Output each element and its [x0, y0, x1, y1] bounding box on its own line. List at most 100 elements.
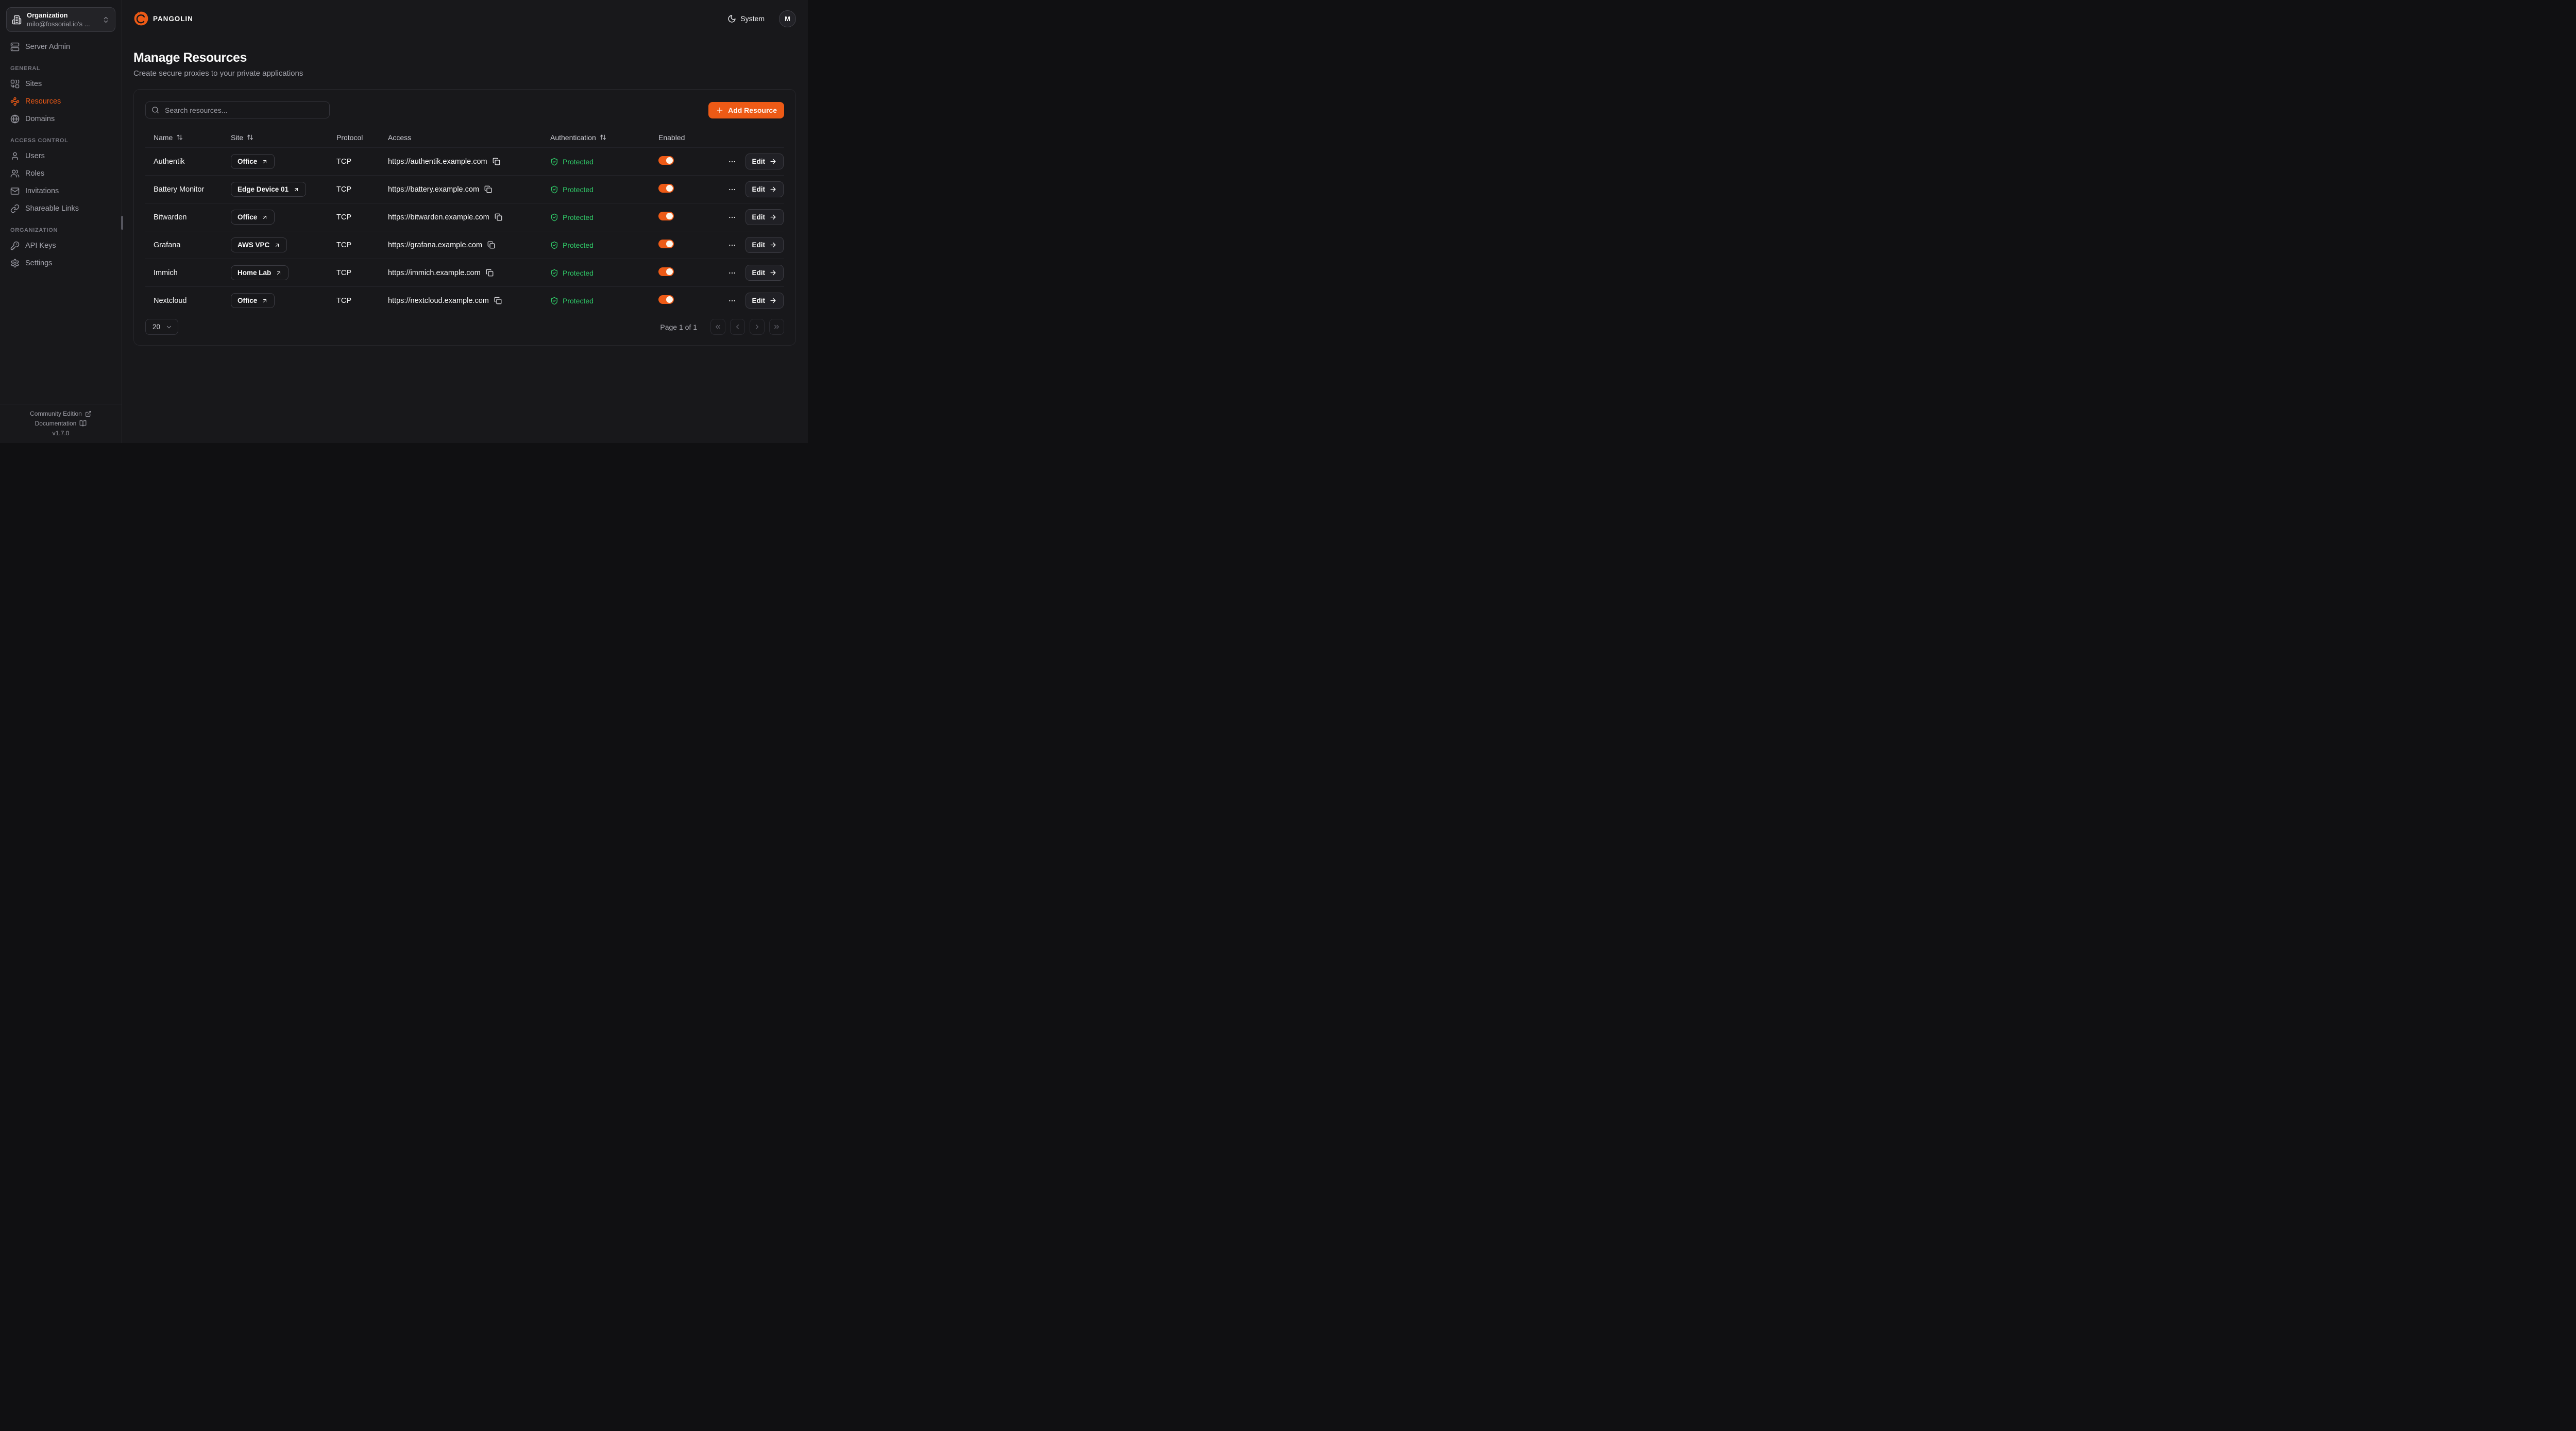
column-header-access: Access: [380, 133, 542, 142]
search-input[interactable]: [164, 106, 324, 115]
access-url: https://bitwarden.example.com: [388, 213, 489, 222]
sidebar-item-label: Roles: [25, 169, 44, 178]
sidebar-item-resources[interactable]: Resources: [6, 93, 115, 110]
row-menu-button[interactable]: [727, 157, 737, 167]
site-link[interactable]: Home Lab: [231, 265, 289, 280]
page-title: Manage Resources: [133, 50, 796, 65]
site-link[interactable]: Office: [231, 154, 275, 169]
copy-icon: [494, 297, 502, 304]
enabled-toggle[interactable]: [658, 295, 674, 304]
sidebar-item-users[interactable]: Users: [6, 147, 115, 165]
nav-section-label: ORGANIZATION: [6, 227, 115, 233]
ellipsis-icon: [728, 185, 736, 194]
column-header-authentication[interactable]: Authentication: [542, 133, 650, 142]
sidebar-item-invitations[interactable]: Invitations: [6, 182, 115, 200]
first-page-button[interactable]: [710, 319, 725, 335]
site-link[interactable]: Edge Device 01: [231, 182, 306, 197]
copy-url-button[interactable]: [493, 158, 500, 165]
row-menu-button[interactable]: [727, 240, 737, 250]
resource-name: Authentik: [145, 158, 223, 166]
user-icon: [10, 151, 20, 161]
auth-status: Protected: [542, 158, 650, 166]
arrow-up-right-icon: [262, 159, 268, 165]
sidebar-resize-handle[interactable]: [121, 216, 123, 230]
enabled-toggle[interactable]: [658, 240, 674, 248]
access-url: https://battery.example.com: [388, 185, 479, 194]
documentation-link[interactable]: Documentation: [35, 420, 87, 427]
enabled-toggle[interactable]: [658, 212, 674, 220]
resource-name: Bitwarden: [145, 213, 223, 222]
edit-button[interactable]: Edit: [745, 237, 784, 253]
page-size-select[interactable]: 20: [145, 319, 178, 335]
column-label: Name: [154, 133, 173, 142]
sidebar-item-api-keys[interactable]: API Keys: [6, 237, 115, 254]
documentation-label: Documentation: [35, 420, 77, 427]
access-url: https://authentik.example.com: [388, 158, 487, 166]
ellipsis-icon: [728, 213, 736, 222]
sidebar-item-sites[interactable]: Sites: [6, 75, 115, 93]
edit-button[interactable]: Edit: [745, 265, 784, 281]
org-selector[interactable]: Organization milo@fossorial.io's ...: [6, 7, 115, 32]
sidebar-item-domains[interactable]: Domains: [6, 110, 115, 128]
sidebar-item-label: Domains: [25, 115, 55, 123]
org-label: Organization: [27, 11, 97, 19]
table-row: Bitwarden Office TCP https://bitwarden.exam…: [145, 203, 784, 231]
search-box[interactable]: [145, 101, 330, 118]
copy-url-button[interactable]: [486, 269, 494, 277]
auth-status: Protected: [542, 213, 650, 222]
sidebar-item-settings[interactable]: Settings: [6, 254, 115, 272]
nav-section-label: GENERAL: [6, 65, 115, 72]
arrow-up-right-icon: [276, 270, 282, 276]
sidebar-item-shareable-links[interactable]: Shareable Links: [6, 200, 115, 217]
edit-button[interactable]: Edit: [745, 293, 784, 309]
edit-button[interactable]: Edit: [745, 181, 784, 197]
site-link[interactable]: Office: [231, 210, 275, 225]
link-icon: [10, 204, 20, 213]
row-menu-button[interactable]: [727, 296, 737, 306]
row-menu-button[interactable]: [727, 268, 737, 278]
user-avatar[interactable]: M: [779, 10, 796, 27]
site-link[interactable]: Office: [231, 293, 275, 308]
enabled-toggle[interactable]: [658, 184, 674, 193]
sidebar-footer: Community Edition Documentation v1.7.0: [0, 404, 122, 443]
column-header-name[interactable]: Name: [145, 133, 223, 142]
access-url: https://nextcloud.example.com: [388, 297, 489, 305]
page-size-value: 20: [152, 323, 160, 331]
last-page-button[interactable]: [769, 319, 784, 335]
copy-url-button[interactable]: [494, 297, 502, 304]
sidebar-item-server-admin[interactable]: Server Admin: [6, 38, 115, 56]
site-link[interactable]: AWS VPC: [231, 237, 287, 252]
enabled-toggle[interactable]: [658, 267, 674, 276]
add-resource-button[interactable]: Add Resource: [708, 102, 784, 118]
enabled-toggle[interactable]: [658, 156, 674, 165]
sidebar-item-roles[interactable]: Roles: [6, 165, 115, 182]
chevrons-left-icon: [714, 323, 722, 331]
next-page-button[interactable]: [750, 319, 765, 335]
org-value: milo@fossorial.io's ...: [27, 20, 97, 28]
resource-name: Immich: [145, 269, 223, 277]
building-icon: [12, 15, 22, 25]
row-menu-button[interactable]: [727, 212, 737, 223]
theme-toggle[interactable]: System: [724, 14, 768, 24]
column-header-site[interactable]: Site: [223, 133, 328, 142]
shield-check-icon: [550, 213, 558, 222]
edit-label: Edit: [752, 269, 766, 277]
edit-button[interactable]: Edit: [745, 154, 784, 169]
sidebar-item-label: Settings: [25, 259, 52, 267]
community-edition-link[interactable]: Community Edition: [30, 410, 92, 417]
table-row: AuthentikOfficeTCPhttps://authentik.exam…: [145, 148, 784, 176]
row-menu-button[interactable]: [727, 184, 737, 195]
copy-url-button[interactable]: [495, 213, 502, 221]
arrow-right-icon: [769, 241, 777, 249]
copy-url-button[interactable]: [484, 185, 492, 193]
ellipsis-icon: [728, 269, 736, 277]
prev-page-button[interactable]: [730, 319, 745, 335]
copy-url-button[interactable]: [487, 241, 495, 249]
avatar-initial: M: [785, 15, 790, 23]
edit-button[interactable]: Edit: [745, 209, 784, 225]
chevrons-right-icon: [773, 323, 781, 331]
edit-label: Edit: [752, 297, 766, 304]
shield-check-icon: [550, 158, 558, 166]
combine-icon: [10, 79, 20, 89]
protocol: TCP: [328, 213, 380, 222]
